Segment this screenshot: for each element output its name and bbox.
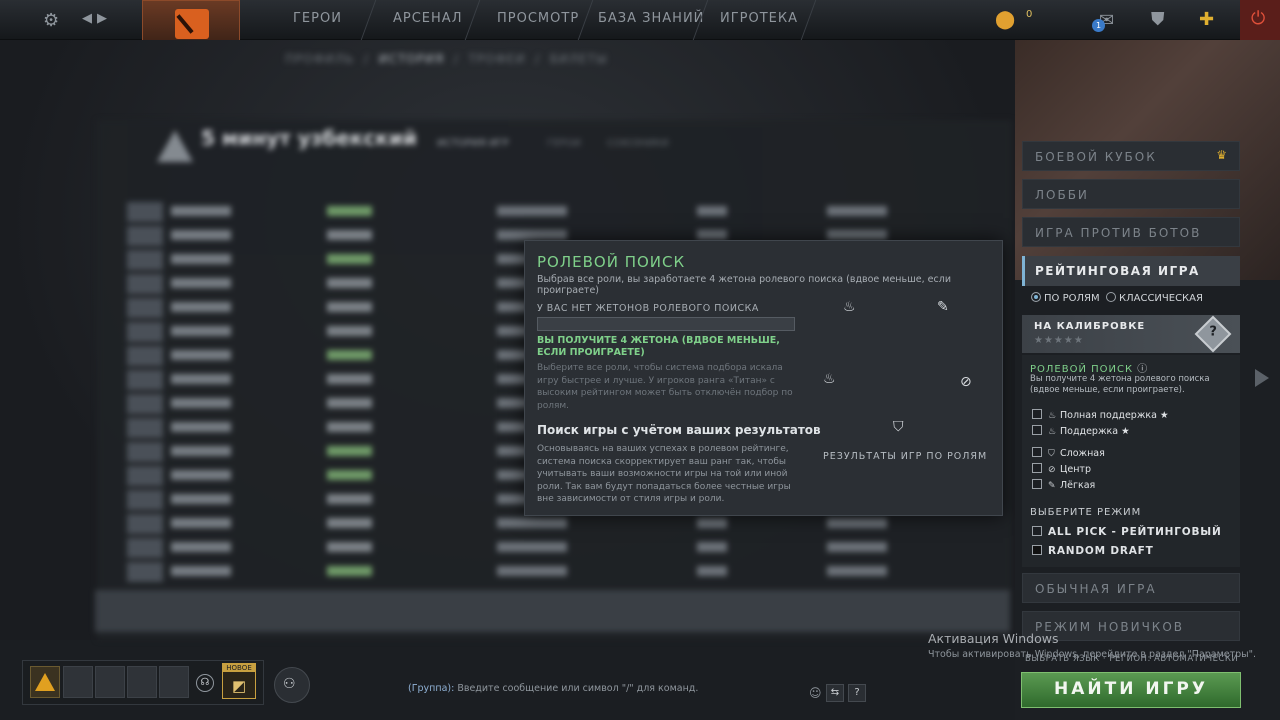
popup-heading-2: Поиск игры с учётом ваших результатов — [537, 423, 821, 437]
party-slot-empty[interactable] — [63, 666, 93, 698]
role-search-tooltip: РОЛЕВОЙ ПОИСК Выбрав все роли, вы зарабо… — [524, 240, 1003, 516]
new-item-button[interactable]: НОВОЕ ◩ — [222, 663, 256, 699]
calibration-stars: ★★★★★ — [1034, 335, 1084, 346]
role-search-desc: Вы получите 4 жетона ролевого поиска (вд… — [1030, 374, 1210, 395]
chat-placeholder: Введите сообщение или символ "/" для ком… — [457, 683, 699, 694]
nav-watch[interactable]: ПРОСМОТР — [497, 11, 579, 26]
windows-activation-title: Активация Windows — [928, 631, 1059, 646]
mid-icon: ⊘ — [1048, 465, 1056, 475]
battlepass-icon: ◩ — [232, 677, 247, 695]
power-button[interactable]: ⏻ — [1240, 0, 1280, 40]
reward-text: ВЫ ПОЛУЧИТЕ 4 ЖЕТОНА (ВДВОЕ МЕНЬШЕ, ЕСЛИ… — [537, 335, 780, 358]
uncalibrated-medal-icon: ? — [1194, 315, 1232, 353]
mode-all-pick-ranked[interactable]: ALL PICK - РЕЙТИНГОВЫЙ — [1032, 526, 1222, 538]
shards-icon[interactable]: ⬤ — [995, 9, 1015, 30]
table-row[interactable] — [127, 514, 1007, 536]
language-region[interactable]: ВЫБРАТЬ ЯЗЫК · РЕГИОН: АВТОМАТИЧЕСКИ — [1025, 654, 1238, 664]
dota-plus-icon[interactable]: ✚ — [1199, 9, 1214, 30]
radio-classic[interactable]: КЛАССИЧЕСКАЯ — [1106, 292, 1203, 304]
chevron-right-icon[interactable] — [1255, 369, 1269, 387]
offlane-icon: ⛉ — [893, 419, 904, 435]
more-stats-banner — [95, 590, 1010, 632]
profile-tab-trophies[interactable]: ТРОФЕИ — [469, 52, 526, 66]
guild-banner-icon[interactable]: ⛊ — [1151, 9, 1165, 30]
chat-input[interactable]: (Группа): Введите сообщение или символ "… — [408, 683, 868, 705]
top-bar: ⚙ ◀ ▶ ГЕРОИ АРСЕНАЛ ПРОСМОТР БАЗА ЗНАНИЙ… — [0, 0, 1280, 47]
calibration-panel: НА КАЛИБРОВКЕ ★★★★★ ? — [1022, 315, 1240, 353]
radio-role-queue[interactable]: ПО РОЛЯМ — [1031, 292, 1100, 304]
subtab-allies[interactable]: СОЮЗНИКИ — [607, 138, 669, 149]
back-arrow-icon[interactable]: ◀ — [82, 11, 92, 26]
role-checkbox-mid[interactable]: ⊘ Центр — [1032, 463, 1091, 475]
lobby-button[interactable]: ЛОББИ — [1022, 179, 1240, 209]
role-checkbox-full-support[interactable]: ♨ Полная поддержка ★ — [1032, 409, 1169, 421]
find-game-button[interactable]: НАЙТИ ИГРУ — [1021, 672, 1241, 708]
normal-game-button[interactable]: ОБЫЧНАЯ ИГРА — [1022, 573, 1240, 603]
party-slot-self[interactable] — [30, 666, 60, 698]
role-search-title: РОЛЕВОЙ ПОИСК ⓘ — [1030, 364, 1149, 375]
safelane-icon: ✎ — [1048, 481, 1056, 491]
role-checkbox-safelane[interactable]: ✎ Лёгкая — [1032, 479, 1095, 491]
profile-tab-profile[interactable]: ПРОФИЛЬ — [285, 52, 354, 66]
table-row[interactable] — [127, 538, 1007, 560]
dota-logo-icon — [175, 9, 209, 39]
rank-medal-icon — [35, 673, 55, 691]
role-checkbox-offlane[interactable]: ⛉ Сложная — [1032, 447, 1105, 459]
table-row[interactable] — [127, 202, 1007, 224]
ranked-game-tab[interactable]: РЕЙТИНГОВАЯ ИГРА — [1022, 256, 1240, 286]
nav-arcade[interactable]: ИГРОТЕКА — [720, 11, 798, 26]
power-icon: ⏻ — [1251, 8, 1266, 29]
nav-learn[interactable]: БАЗА ЗНАНИЙ — [598, 11, 704, 26]
subtab-history[interactable]: ИСТОРИЯ ИГР — [437, 138, 509, 149]
support-icon: ♨ — [823, 371, 836, 387]
party-slot-empty[interactable] — [95, 666, 125, 698]
chat-channel[interactable]: (Группа): — [408, 683, 454, 694]
party-slot-empty[interactable] — [127, 666, 157, 698]
tokens-progress-bar — [537, 317, 795, 331]
trophy-icon: ♛ — [1216, 148, 1229, 162]
mode-random-draft[interactable]: RANDOM DRAFT — [1032, 545, 1154, 557]
nav-armory[interactable]: АРСЕНАЛ — [393, 11, 462, 26]
subtab-heroes[interactable]: ГЕРОИ — [547, 138, 581, 149]
help-button[interactable]: ? — [848, 684, 866, 702]
battle-cup-button[interactable]: БОЕВОЙ КУБОК ♛ — [1022, 141, 1240, 171]
settings-gear-icon[interactable]: ⚙ — [43, 10, 59, 31]
popup-description-2: Основываясь на ваших успехах в ролевом р… — [537, 444, 791, 504]
headset-icon[interactable]: ☊ — [196, 674, 214, 692]
popup-subtitle: Выбрав все роли, вы заработаете 4 жетона… — [537, 274, 951, 296]
safelane-icon: ✎ — [937, 299, 949, 315]
forward-arrow-icon[interactable]: ▶ — [97, 11, 107, 26]
friends-icon: ⚇ — [283, 676, 296, 692]
rank-medal-icon — [157, 130, 193, 162]
party-slot-empty[interactable] — [159, 666, 189, 698]
player-name: 5 минут узбекский — [201, 126, 417, 150]
role-checkbox-support[interactable]: ♨ Поддержка ★ — [1032, 425, 1130, 437]
calibration-label: НА КАЛИБРОВКЕ — [1034, 321, 1146, 332]
role-results-label: РЕЗУЛЬТАТЫ ИГР ПО РОЛЯМ — [823, 451, 988, 462]
popup-description: Выберите все роли, чтобы система подбора… — [537, 363, 793, 411]
bots-button[interactable]: ИГРА ПРОТИВ БОТОВ — [1022, 217, 1240, 247]
popup-title: РОЛЕВОЙ ПОИСК — [537, 253, 686, 271]
profile-tab-tickets[interactable]: БИЛЕТЫ — [550, 52, 608, 66]
tokens-label: У ВАС НЕТ ЖЕТОНОВ РОЛЕВОГО ПОИСКА — [537, 303, 759, 314]
friends-button[interactable]: ⚇ — [274, 667, 310, 703]
full-support-icon: ♨ — [1048, 411, 1057, 421]
chat-wheel-icon[interactable]: ⇆ — [826, 684, 844, 702]
mode-title: ВЫБЕРИТЕ РЕЖИМ — [1030, 507, 1142, 518]
profile-tab-history[interactable]: ИСТОРИЯ — [379, 52, 445, 66]
full-support-icon: ♨ — [843, 299, 856, 315]
new-badge: НОВОЕ — [223, 664, 255, 672]
mid-icon: ⊘ — [960, 374, 972, 390]
table-row[interactable] — [127, 562, 1007, 584]
offlane-icon: ⛉ — [1048, 449, 1055, 459]
notification-badge: 1 — [1092, 19, 1105, 32]
emoji-icon[interactable]: ☺ — [809, 686, 822, 700]
shards-count: 0 — [1026, 9, 1033, 20]
nav-heroes[interactable]: ГЕРОИ — [293, 11, 342, 26]
support-icon: ♨ — [1048, 427, 1057, 437]
